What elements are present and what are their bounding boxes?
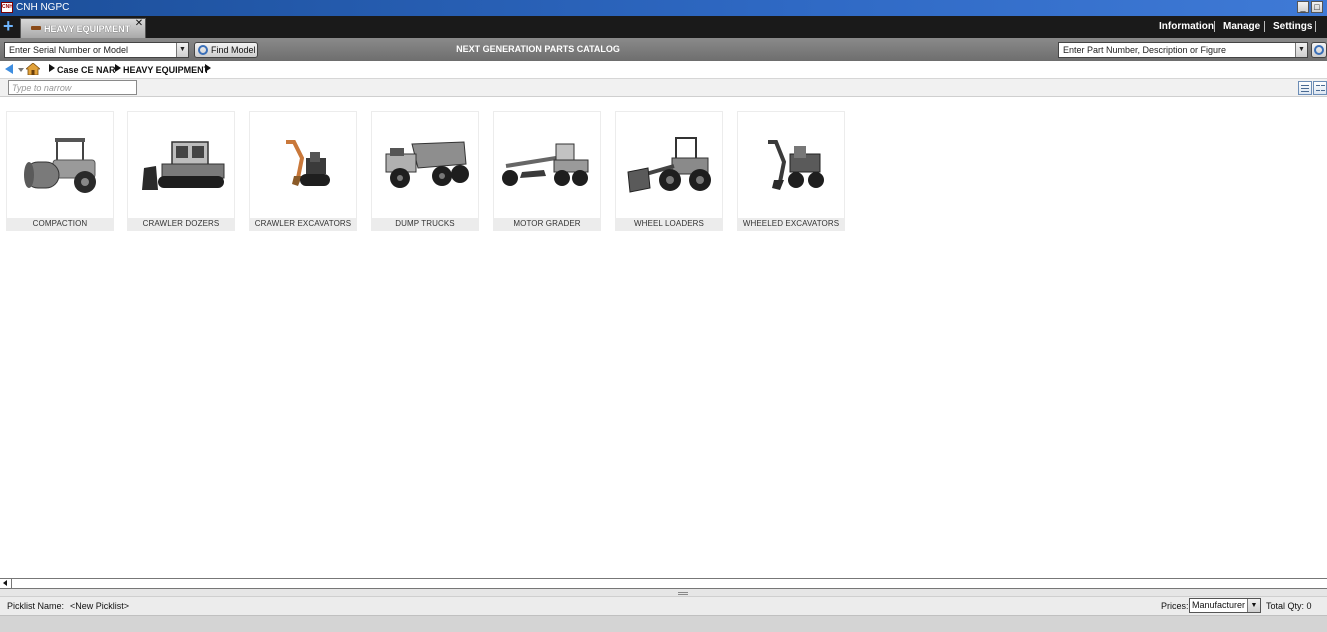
- category-tile-wheel-loaders[interactable]: WHEEL LOADERS: [615, 111, 723, 231]
- find-model-label: Find Model: [211, 45, 256, 55]
- prices-value: Manufacturer: [1192, 600, 1246, 610]
- scroll-left-button[interactable]: [0, 579, 12, 588]
- grid-view-icon[interactable]: [1313, 81, 1327, 95]
- picklist-label: Picklist Name:: [7, 601, 65, 611]
- search-icon: [1314, 45, 1324, 55]
- total-qty: Total Qty: 0: [1266, 601, 1312, 611]
- picklist-name[interactable]: <New Picklist>: [70, 600, 129, 612]
- grader-image: [502, 143, 589, 186]
- status-bar: [0, 597, 1327, 616]
- grip-icon: [678, 592, 688, 595]
- category-tile-compaction[interactable]: COMPACTION: [6, 111, 114, 231]
- maximize-icon[interactable]: □: [1311, 1, 1323, 13]
- dump-truck-image: [385, 141, 469, 188]
- dozer-image: [142, 141, 225, 190]
- menu-separator: [1214, 21, 1215, 32]
- bottom-strip: [0, 616, 1327, 632]
- close-tab-icon[interactable]: ✕: [134, 19, 144, 29]
- tab-label: HEAVY EQUIPMENT: [44, 24, 131, 34]
- category-label: CRAWLER EXCAVATORS: [250, 218, 356, 230]
- breadcrumb-separator-icon: [49, 64, 55, 72]
- category-tile-crawler-excavators[interactable]: CRAWLER EXCAVATORS: [249, 111, 357, 231]
- category-label: CRAWLER DOZERS: [128, 218, 234, 230]
- window-title: CNH NGPC: [16, 2, 70, 13]
- category-tile-wheeled-excavators[interactable]: WHEELED EXCAVATORS: [737, 111, 845, 231]
- prices-label: Prices:: [1161, 601, 1189, 611]
- breadcrumb-separator-icon: [115, 64, 121, 72]
- chevron-down-icon[interactable]: ▼: [176, 43, 188, 57]
- catalog-title: NEXT GENERATION PARTS CATALOG: [456, 44, 620, 54]
- part-search-input[interactable]: Enter Part Number, Description or Figure: [1063, 44, 1226, 57]
- panel-splitter[interactable]: [0, 589, 1327, 597]
- wheel-loader-image: [627, 137, 711, 193]
- title-bar: [0, 0, 1327, 16]
- excavator-image: [286, 140, 330, 186]
- compactor-image: [24, 138, 96, 193]
- horizontal-scrollbar[interactable]: [0, 578, 1327, 589]
- find-model-button[interactable]: Find Model: [194, 42, 258, 58]
- menu-manage[interactable]: Manage: [1223, 19, 1260, 35]
- part-search-button[interactable]: [1311, 42, 1327, 58]
- home-icon[interactable]: [26, 63, 40, 75]
- breadcrumb-separator-icon[interactable]: [205, 64, 211, 72]
- filter-bar: [0, 79, 1327, 97]
- narrow-filter-input[interactable]: [8, 80, 137, 95]
- tab-bar: [0, 16, 1327, 38]
- chevron-down-icon[interactable]: ▼: [1295, 43, 1307, 57]
- chevron-down-icon[interactable]: [18, 68, 24, 72]
- prices-select[interactable]: Manufacturer ▼: [1189, 598, 1261, 613]
- category-tile-crawler-dozers[interactable]: CRAWLER DOZERS: [127, 111, 235, 231]
- serial-search-input[interactable]: Enter Serial Number or Model: [9, 44, 128, 57]
- menu-settings[interactable]: Settings: [1273, 19, 1312, 35]
- chevron-down-icon[interactable]: ▼: [1247, 599, 1260, 612]
- tab-heavy-equipment[interactable]: HEAVY EQUIPMENT ✕: [20, 18, 146, 38]
- menu-information[interactable]: Information: [1159, 19, 1214, 35]
- minimize-icon[interactable]: _: [1297, 1, 1309, 13]
- part-search-combo[interactable]: Enter Part Number, Description or Figure…: [1058, 42, 1308, 58]
- back-arrow-icon[interactable]: [5, 64, 13, 74]
- list-view-icon[interactable]: [1298, 81, 1312, 95]
- breadcrumb-item-heavy-equipment[interactable]: HEAVY EQUIPMENT: [123, 63, 209, 77]
- wheeled-excavator-image: [768, 140, 824, 190]
- serial-search-combo[interactable]: Enter Serial Number or Model ▼: [4, 42, 189, 58]
- category-label: DUMP TRUCKS: [372, 218, 478, 230]
- category-tile-motor-grader[interactable]: MOTOR GRADER: [493, 111, 601, 231]
- menu-separator: [1264, 21, 1265, 32]
- category-label: WHEELED EXCAVATORS: [738, 218, 844, 230]
- add-tab-icon[interactable]: +: [3, 17, 15, 36]
- category-tile-dump-trucks[interactable]: DUMP TRUCKS: [371, 111, 479, 231]
- category-label: COMPACTION: [7, 218, 113, 230]
- breadcrumb-item-case-ce-nar[interactable]: Case CE NAR: [57, 63, 116, 77]
- menu-separator: [1315, 21, 1316, 32]
- app-logo-icon: CNH: [1, 2, 13, 13]
- category-label: WHEEL LOADERS: [616, 218, 722, 230]
- category-label: MOTOR GRADER: [494, 218, 600, 230]
- search-icon: [198, 45, 208, 55]
- arrow-left-icon: [3, 580, 7, 586]
- equipment-tab-icon: [31, 26, 41, 30]
